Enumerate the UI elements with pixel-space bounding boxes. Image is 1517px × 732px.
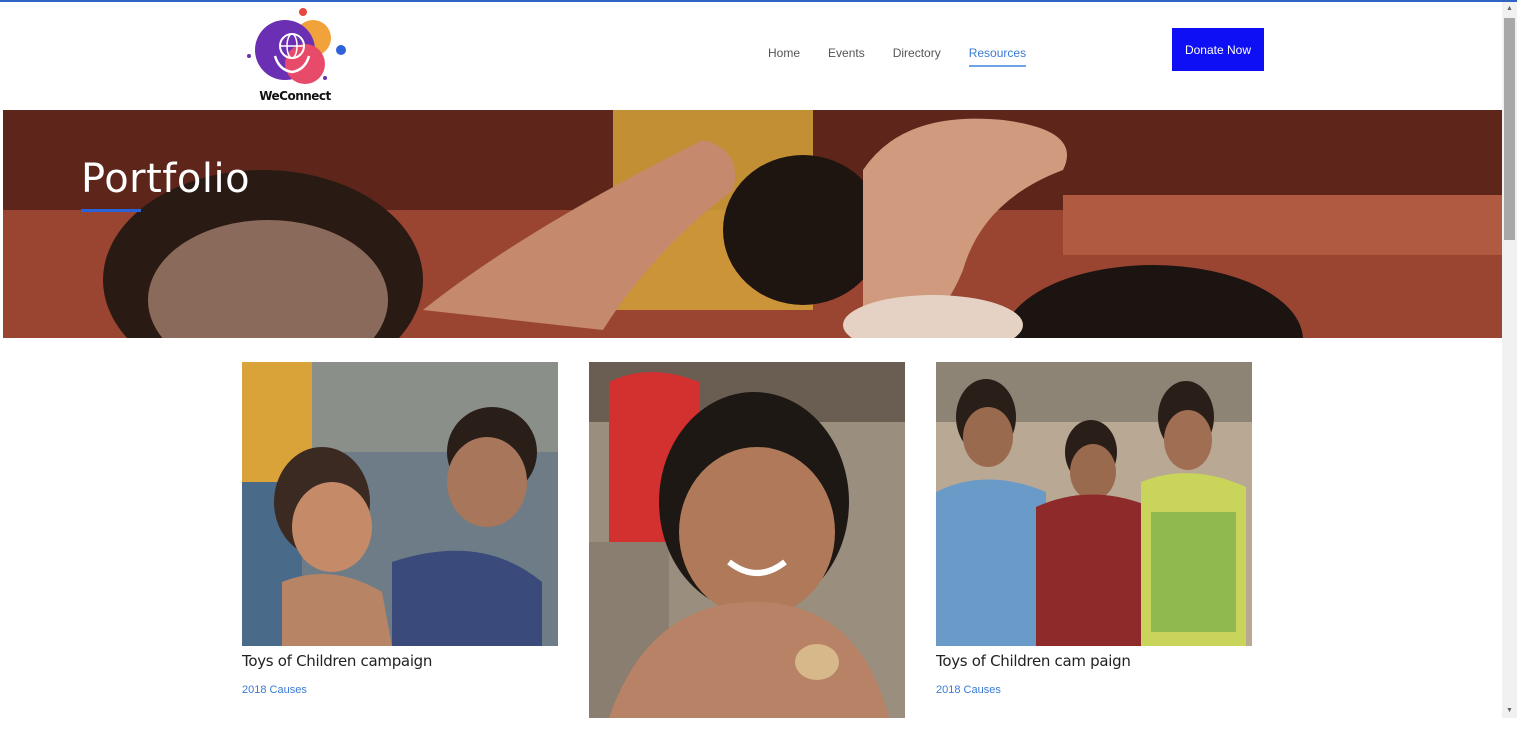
title-underline bbox=[81, 209, 141, 212]
brand-logo[interactable]: WeConnect bbox=[245, 6, 355, 106]
nav-resources[interactable]: Resources bbox=[968, 46, 1027, 67]
page-scrollbar[interactable]: ▲ ▼ bbox=[1502, 2, 1517, 718]
donate-now-button[interactable]: Donate Now bbox=[1172, 28, 1264, 71]
portfolio-card[interactable]: Toys of Children campaign 2018 Causes bbox=[242, 362, 558, 696]
hero-background-image bbox=[3, 110, 1502, 338]
nav-home[interactable]: Home bbox=[768, 46, 800, 66]
globe-in-hands-icon bbox=[247, 8, 346, 84]
portfolio-card-image[interactable] bbox=[589, 362, 905, 718]
portfolio-card-title[interactable]: Toys of Children campaign bbox=[242, 652, 558, 670]
portfolio-card[interactable]: Toys of Children cam paign 2018 Causes bbox=[936, 362, 1252, 696]
three-children-photo bbox=[936, 362, 1252, 646]
main-nav: Home Events Directory Resources bbox=[768, 46, 1054, 67]
brand-name: WeConnect bbox=[259, 89, 331, 103]
portfolio-card-category[interactable]: 2018 Causes bbox=[242, 684, 558, 696]
page-title: Portfolio bbox=[81, 156, 251, 202]
scrollbar-thumb[interactable] bbox=[1504, 18, 1515, 240]
nav-directory[interactable]: Directory bbox=[893, 46, 941, 66]
site-header: WeConnect Home Events Directory Resource… bbox=[0, 2, 1502, 110]
children-photo bbox=[242, 362, 558, 646]
nav-events[interactable]: Events bbox=[828, 46, 865, 66]
scroll-down-arrow-icon[interactable]: ▼ bbox=[1502, 704, 1517, 718]
hero-banner: Portfolio bbox=[3, 110, 1502, 338]
scroll-up-arrow-icon[interactable]: ▲ bbox=[1502, 2, 1517, 16]
portfolio-card-title[interactable]: Toys of Children cam paign bbox=[936, 652, 1252, 670]
portfolio-card-image[interactable] bbox=[242, 362, 558, 646]
boy-smiling-photo bbox=[589, 362, 905, 718]
portfolio-card-category[interactable]: 2018 Causes bbox=[936, 684, 1252, 696]
portfolio-card-image[interactable] bbox=[936, 362, 1252, 646]
portfolio-card[interactable] bbox=[589, 362, 905, 732]
